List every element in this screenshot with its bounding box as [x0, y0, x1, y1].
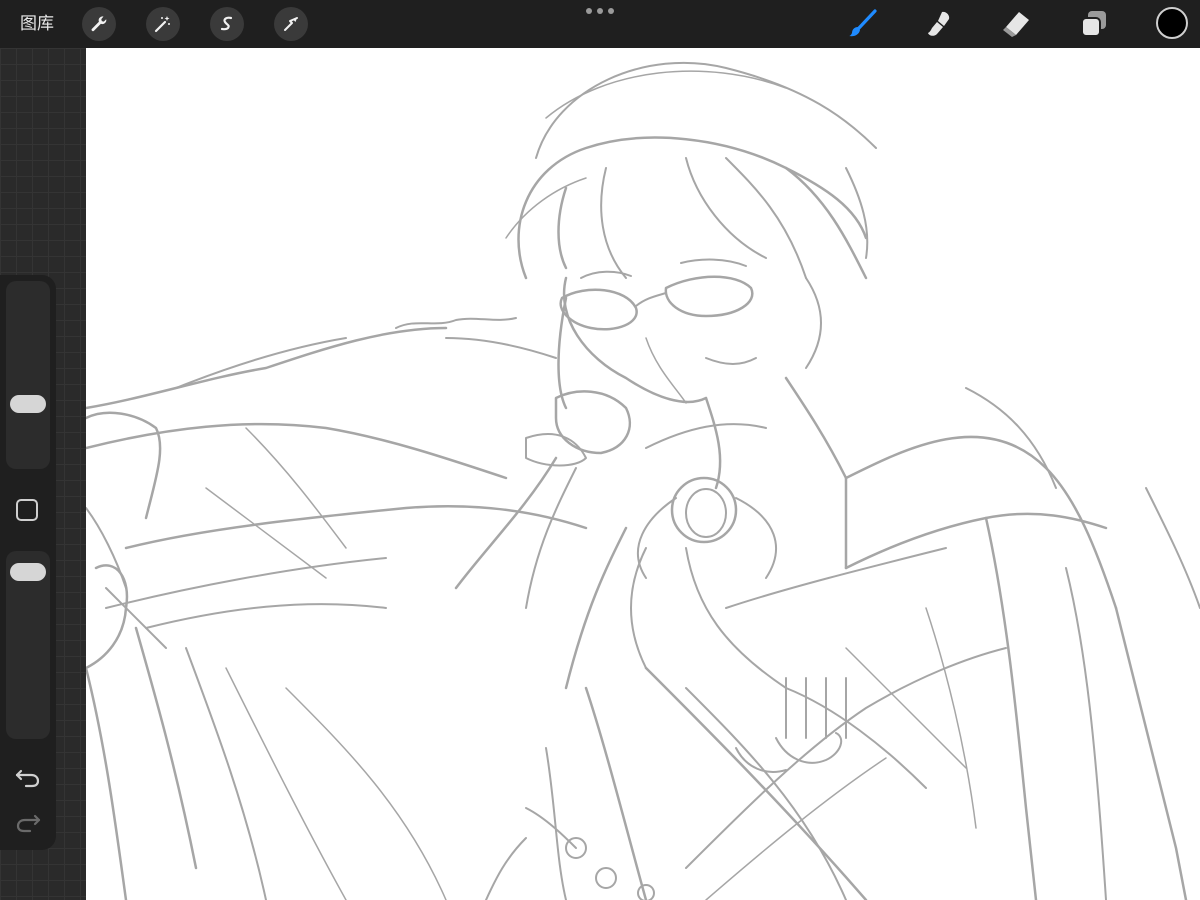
- smudge-icon: [928, 11, 950, 36]
- top-toolbar: 图库: [0, 0, 1200, 48]
- layers-button[interactable]: [1076, 6, 1112, 42]
- eraser-icon: [1003, 12, 1029, 37]
- drawing-canvas[interactable]: [86, 48, 1200, 900]
- brush-opacity-slider[interactable]: [6, 551, 50, 739]
- modify-button[interactable]: [16, 499, 38, 521]
- left-sidebar: [0, 275, 56, 850]
- brush-tool-button[interactable]: [844, 6, 880, 42]
- brush-size-thumb[interactable]: [10, 395, 46, 414]
- brush-icon: [849, 9, 877, 37]
- smudge-tool-button[interactable]: [922, 6, 958, 42]
- magic-wand-icon: [154, 16, 170, 33]
- layers-icon: [1081, 11, 1106, 37]
- undo-icon[interactable]: [14, 765, 42, 789]
- gallery-button[interactable]: 图库: [20, 12, 54, 36]
- redo-icon[interactable]: [14, 810, 42, 834]
- adjustments-button[interactable]: [146, 7, 180, 41]
- actions-button[interactable]: [82, 7, 116, 41]
- eraser-tool-button[interactable]: [998, 6, 1034, 42]
- color-picker-button[interactable]: [1156, 7, 1188, 39]
- brush-size-slider[interactable]: [6, 281, 50, 469]
- transform-button[interactable]: [274, 7, 308, 41]
- wrench-icon: [91, 16, 107, 32]
- selection-button[interactable]: [210, 7, 244, 41]
- brush-opacity-thumb[interactable]: [10, 563, 46, 582]
- transform-arrow-icon: [284, 17, 298, 31]
- selection-icon: [220, 16, 233, 31]
- sketch-artwork: [86, 61, 1200, 900]
- more-options-icon[interactable]: [586, 6, 614, 16]
